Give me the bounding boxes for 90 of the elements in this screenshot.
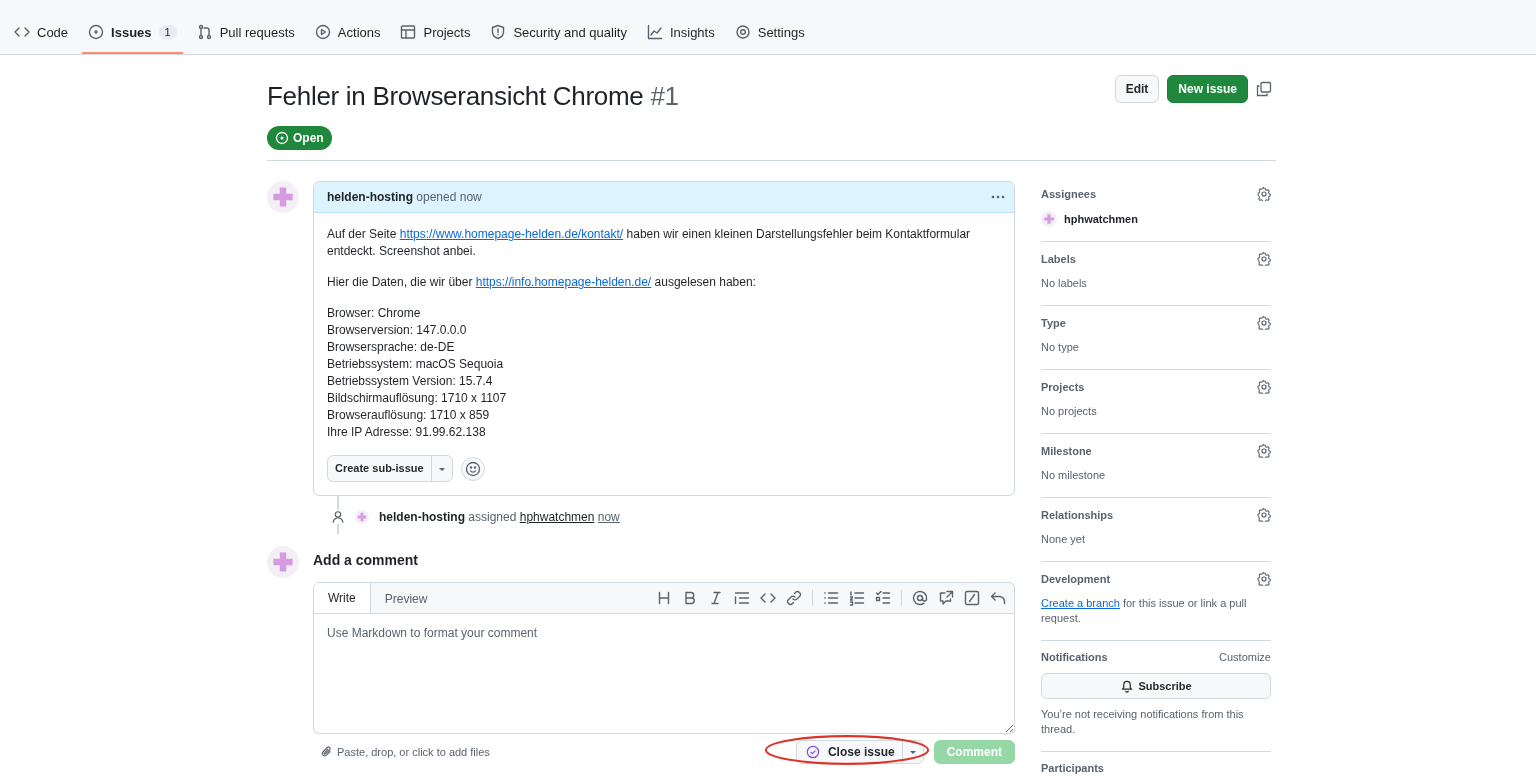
comment-author-line: helden-hosting opened now — [327, 190, 482, 204]
development-text: Create a branch for this issue or link a pull request. — [1041, 596, 1248, 626]
sidebar-heading: Development — [1041, 573, 1111, 585]
add-comment-heading: Add a comment — [313, 552, 419, 568]
settings-icon — [734, 24, 751, 40]
repo-tab[interactable]: Settings — [728, 16, 811, 54]
comment-input-field[interactable]: Use Markdown to format your comment — [313, 614, 1015, 734]
comment-paragraph: Hier die Daten, die wir über https://info.homepage-helden.de/ ausgelesen haben: — [327, 274, 757, 291]
table-icon — [400, 24, 417, 40]
user-link[interactable]: hphwatchmen — [519, 510, 595, 524]
comment-line: Browser: Chrome — [327, 305, 422, 322]
sidebar-heading: Notifications — [1041, 651, 1108, 663]
repo-tab[interactable]: Pull requests — [190, 16, 301, 54]
sidebar-value: No milestone — [1041, 468, 1107, 483]
settings-icon[interactable] — [1257, 444, 1271, 458]
italic-icon[interactable] — [708, 590, 724, 606]
comment-line: Betriebssystem Version: 15.7.4 — [327, 373, 494, 390]
mention-icon[interactable] — [912, 590, 928, 606]
comment-line: Bildschirmauflösung: 1710 x 1107 — [327, 390, 508, 407]
reference-icon[interactable] — [938, 590, 954, 606]
sidebar-heading: Type — [1041, 317, 1066, 329]
sidebar-value: None yet — [1041, 532, 1087, 547]
numbered-list-icon[interactable] — [849, 590, 865, 606]
comment-line: Browsersprache: de-DE — [327, 339, 456, 356]
time-link[interactable]: now — [597, 510, 620, 524]
issue-icon — [88, 24, 105, 40]
settings-icon[interactable] — [1257, 508, 1271, 522]
task-list-icon[interactable] — [875, 590, 891, 606]
link[interactable]: https://info.homepage-helden.de/ — [475, 275, 652, 289]
settings-icon[interactable] — [1257, 380, 1271, 394]
user-avatar — [355, 510, 369, 524]
repo-tab[interactable]: Code — [8, 16, 75, 54]
settings-icon[interactable] — [1257, 187, 1271, 201]
comment-line: Betriebssystem: macOS Sequoia — [327, 356, 505, 373]
comment-line: Ihre IP Adresse: 91.99.62.138 — [327, 424, 487, 441]
copy-icon[interactable] — [1256, 81, 1272, 97]
repo-tab[interactable]: Projects — [394, 16, 477, 54]
sidebar-heading: Participants — [1041, 762, 1104, 774]
graph-icon — [646, 24, 663, 40]
user-avatar — [1041, 211, 1057, 227]
bell-icon — [1120, 679, 1135, 693]
subscribe-button[interactable]: Subscribe — [1041, 673, 1271, 699]
editor-tab[interactable]: Write — [314, 583, 371, 613]
link[interactable]: https://www.homepage-helden.de/kontakt/ — [399, 227, 624, 241]
sidebar-value: No labels — [1041, 276, 1088, 291]
edit-button[interactable]: Edit — [1114, 75, 1160, 103]
shield-icon — [490, 24, 507, 40]
notification-status: You’re not receiving notifications from this thread. — [1041, 707, 1245, 737]
sidebar-value: No projects — [1041, 404, 1098, 419]
event-text: helden-hosting assigned hphwatchmen now — [379, 510, 620, 524]
link-icon[interactable] — [786, 590, 802, 606]
issue-title: Fehler in Browseransicht Chrome #1 — [267, 81, 679, 112]
new-issue-button[interactable]: New issue — [1167, 75, 1248, 103]
repo-tab[interactable]: Security and quality — [484, 16, 633, 54]
comment-paragraph: Auf der Seite https://www.homepage-helden.de/kontakt/ haben wir einen kleinen Darstellungsfehler beim Kontaktformular entdeckt. Screenshot anbei. — [327, 226, 972, 260]
sidebar-heading: Labels — [1041, 253, 1076, 265]
repo-tab[interactable]: Insights — [640, 16, 721, 54]
customize-link[interactable]: Customize — [1219, 651, 1271, 663]
settings-icon[interactable] — [1257, 572, 1271, 586]
user-avatar — [267, 546, 299, 578]
settings-icon[interactable] — [1257, 316, 1271, 330]
emoji-reaction-button[interactable] — [460, 456, 485, 481]
undo-icon[interactable] — [990, 590, 1006, 606]
close-issue-button[interactable]: Close issue — [795, 740, 924, 764]
repo-tab[interactable]: Issues 1 — [82, 16, 183, 54]
sidebar-value: No type — [1041, 340, 1080, 355]
pull-request-icon — [196, 24, 213, 40]
assignee-name[interactable]: hphwatchmen — [1064, 213, 1138, 225]
heading-icon[interactable] — [656, 590, 672, 606]
sidebar-heading: Assignees — [1041, 188, 1097, 200]
bold-icon[interactable] — [682, 590, 698, 606]
bulleted-list-icon[interactable] — [823, 590, 839, 606]
quote-icon[interactable] — [734, 590, 750, 606]
user-avatar — [267, 181, 299, 213]
person-icon — [331, 510, 345, 524]
editor-tab[interactable]: Preview — [370, 584, 442, 613]
paperclip-icon — [321, 746, 333, 758]
repo-tab[interactable]: Actions — [308, 16, 387, 54]
create-branch-link[interactable]: Create a branch — [1041, 597, 1120, 609]
create-sub-issue-button[interactable]: Create sub-issue — [327, 455, 453, 482]
sidebar-heading: Milestone — [1041, 445, 1092, 457]
play-icon — [314, 24, 331, 40]
status-badge: Open — [267, 126, 332, 150]
sidebar-heading: Projects — [1041, 381, 1085, 393]
comment-line: Browserversion: 147.0.0.0 — [327, 322, 468, 339]
slash-command-icon[interactable] — [964, 590, 980, 606]
comment-line: Browserauflösung: 1710 x 859 — [327, 407, 491, 424]
settings-icon[interactable] — [1257, 252, 1271, 266]
sidebar-heading: Relationships — [1041, 509, 1114, 521]
issue-count: 1 — [158, 25, 177, 39]
